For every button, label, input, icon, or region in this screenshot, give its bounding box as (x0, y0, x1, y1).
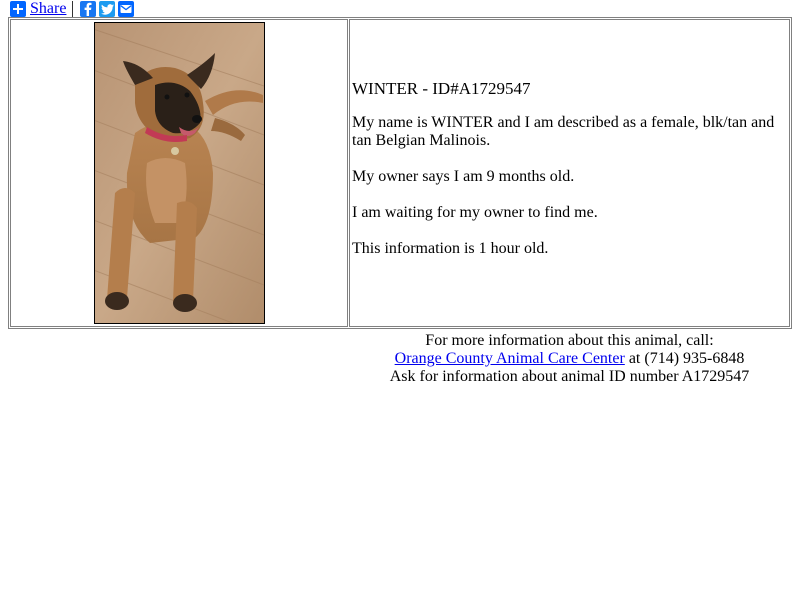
info-freshness: This information is 1 hour old. (352, 240, 549, 257)
animal-info: WINTER - ID#A1729547 My name is WINTER a… (352, 80, 782, 276)
animal-description: My name is WINTER and I am described as … (352, 114, 775, 149)
share-divider (72, 0, 74, 18)
animal-age: My owner says I am 9 months old. (352, 168, 575, 185)
shelter-phone: at (714) 935-6848 (624, 350, 745, 367)
animal-photo[interactable] (94, 22, 265, 324)
shelter-link[interactable]: Orange County Animal Care Center (395, 350, 625, 367)
share-plus-icon[interactable] (10, 1, 26, 17)
contact-info: For more information about this animal, … (349, 332, 790, 386)
facebook-icon[interactable] (80, 1, 97, 17)
contact-intro: For more information about this animal, … (425, 332, 714, 349)
share-bar: Share (10, 0, 135, 18)
email-icon[interactable] (118, 1, 135, 17)
twitter-icon[interactable] (99, 1, 116, 17)
contact-line: Orange County Animal Care Center at (714… (349, 350, 790, 368)
animal-title: WINTER - ID#A1729547 (352, 79, 531, 98)
animal-id-note: Ask for information about animal ID numb… (389, 368, 750, 385)
share-link[interactable]: Share (30, 0, 66, 18)
dog-photo-image (95, 23, 264, 323)
animal-status: I am waiting for my owner to find me. (352, 204, 598, 221)
